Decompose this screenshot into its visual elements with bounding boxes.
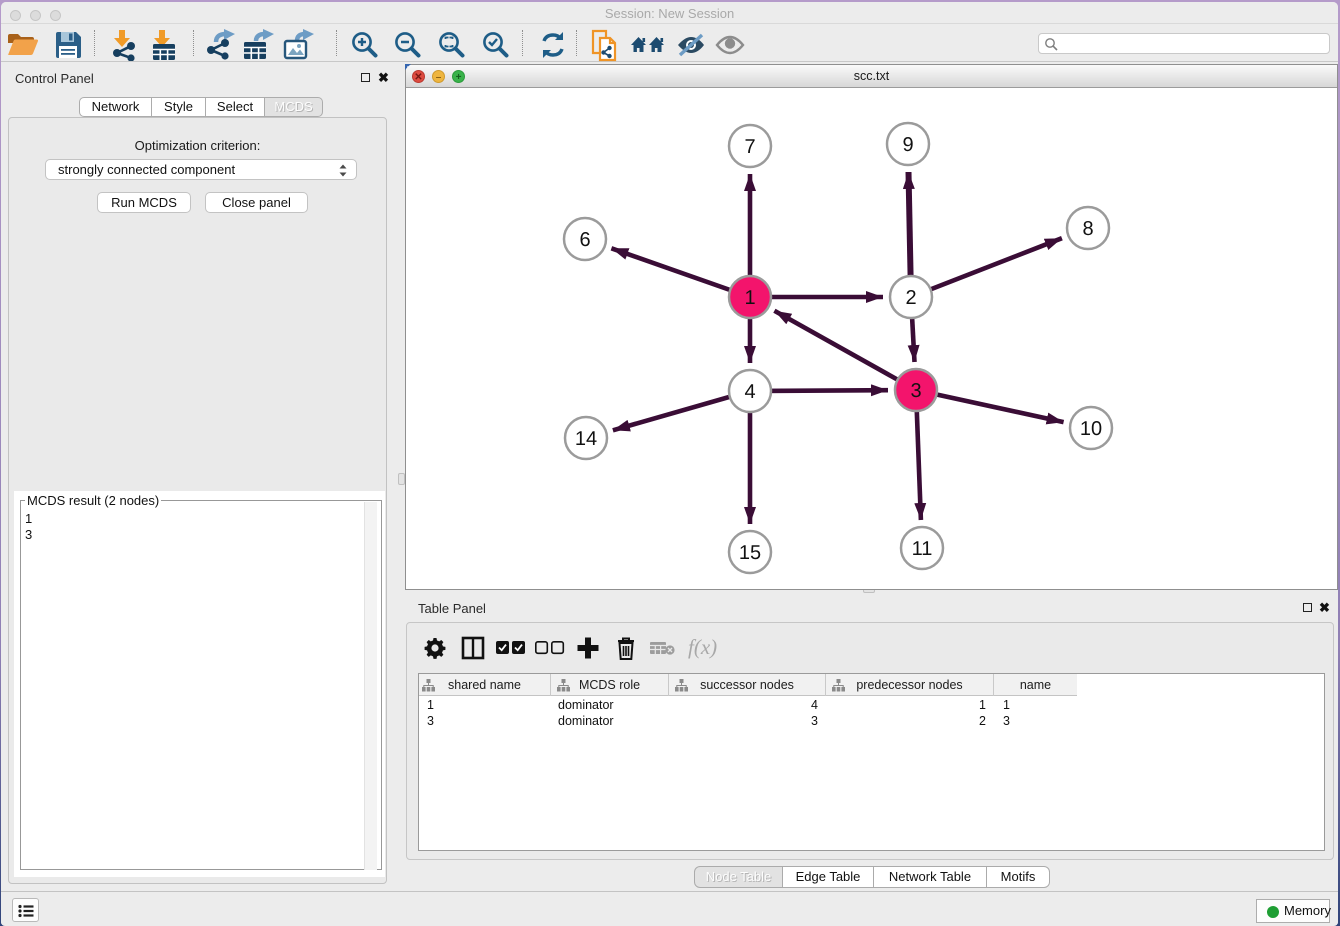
svg-text:1: 1 (744, 287, 755, 309)
svg-text:14: 14 (575, 428, 597, 450)
svg-text:9: 9 (902, 134, 913, 156)
svg-text:11: 11 (912, 538, 933, 560)
svg-text:8: 8 (1082, 218, 1093, 240)
svg-text:6: 6 (579, 229, 590, 251)
svg-text:15: 15 (739, 542, 761, 564)
svg-text:4: 4 (744, 381, 755, 403)
svg-text:3: 3 (910, 380, 921, 402)
svg-text:7: 7 (744, 136, 755, 158)
svg-text:2: 2 (905, 287, 916, 309)
svg-text:10: 10 (1080, 418, 1102, 440)
